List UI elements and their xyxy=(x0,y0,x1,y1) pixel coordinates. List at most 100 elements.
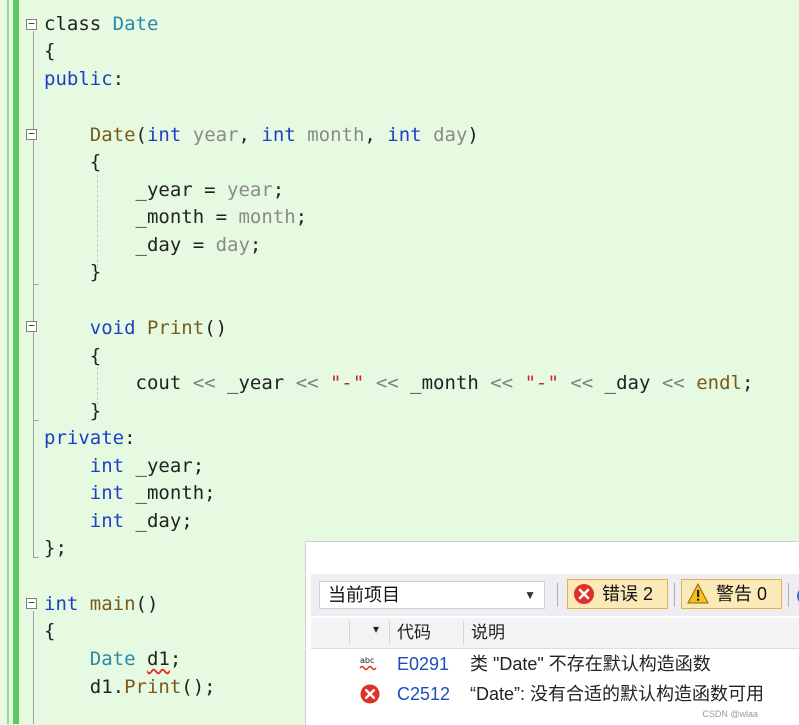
code-line[interactable]: public: xyxy=(44,66,124,93)
code-token: endl xyxy=(696,372,742,394)
code-token: : xyxy=(124,427,136,449)
code-token: ) xyxy=(467,124,479,146)
code-token: Date xyxy=(89,648,136,670)
column-separator xyxy=(463,621,464,645)
code-token: : xyxy=(112,68,125,90)
collapse-class-icon[interactable]: − xyxy=(26,18,37,30)
error-code: C2512 xyxy=(397,684,451,704)
code-token: ; xyxy=(169,648,182,670)
code-token: int xyxy=(387,124,422,146)
code-line[interactable]: void Print() xyxy=(44,315,227,342)
code-line[interactable]: class Date xyxy=(44,11,158,38)
error-circle-icon xyxy=(574,584,594,604)
error-row[interactable]: abc E0291 类 "Date" 不存在默认构造函数 xyxy=(311,649,799,679)
outline-line-class xyxy=(33,31,34,558)
code-token: () xyxy=(204,317,228,339)
errors-filter-button[interactable]: 错误 2 xyxy=(567,579,668,609)
code-token: ( xyxy=(135,124,147,146)
code-token: private xyxy=(44,427,125,449)
code-line[interactable]: { xyxy=(44,38,55,65)
messages-filter-icon[interactable] xyxy=(795,586,799,606)
collapse-print-icon[interactable]: − xyxy=(26,320,37,332)
code-token: ; xyxy=(295,206,308,228)
code-token: year xyxy=(192,124,239,146)
error-circle-icon xyxy=(360,684,380,704)
code-line[interactable]: Date d1; xyxy=(44,646,182,673)
code-line[interactable]: int _month; xyxy=(44,480,216,507)
code-line[interactable]: cout << _year << "-" << _month << "-" <<… xyxy=(44,370,754,397)
code-token: << xyxy=(375,372,399,394)
code-token: int xyxy=(146,124,182,146)
code-line[interactable]: _year = year; xyxy=(44,177,285,204)
change-tracking-bar xyxy=(13,0,19,724)
code-line[interactable]: { xyxy=(44,618,55,645)
scope-dropdown[interactable]: 当前项目 ▼ xyxy=(319,581,545,609)
code-token: ; xyxy=(741,372,754,394)
code-token: { xyxy=(44,345,102,367)
code-token: _day; xyxy=(124,510,193,532)
code-token: "-" xyxy=(524,372,559,394)
code-token: () xyxy=(135,593,159,615)
toolbar-separator xyxy=(674,583,675,607)
change-margin xyxy=(7,0,9,724)
code-token: << xyxy=(661,372,685,394)
error-description: 类 "Date" 不存在默认构造函数 xyxy=(470,654,711,674)
code-token: ; xyxy=(249,234,262,256)
column-separator xyxy=(389,621,390,645)
collapse-constructor-icon[interactable]: − xyxy=(26,128,37,140)
code-line[interactable]: private: xyxy=(44,425,136,452)
code-token: "-" xyxy=(330,372,365,394)
code-line[interactable]: _day = day; xyxy=(44,232,262,259)
code-token: { xyxy=(44,620,56,642)
code-token: << xyxy=(490,372,514,394)
collapse-main-icon[interactable]: − xyxy=(26,597,37,609)
code-token: class xyxy=(44,13,113,35)
code-token: int xyxy=(261,124,296,146)
intellisense-error-icon: abc xyxy=(359,656,377,671)
code-token: (); xyxy=(181,676,216,698)
code-token: _year; xyxy=(124,455,205,477)
error-row[interactable]: C2512 “Date”: 没有合适的默认构造函数可用 xyxy=(311,679,799,709)
code-token: _month xyxy=(398,372,491,394)
code-line[interactable]: { xyxy=(44,149,101,176)
code-line[interactable]: }; xyxy=(44,535,67,562)
code-line[interactable]: int main() xyxy=(44,591,158,618)
code-line[interactable]: _month = month; xyxy=(44,204,308,231)
code-line[interactable]: d1.Print(); xyxy=(44,674,216,701)
code-token: d1 xyxy=(146,648,170,670)
code-line[interactable]: int _day; xyxy=(44,508,193,535)
code-token: void xyxy=(89,317,136,339)
column-separator xyxy=(349,621,350,645)
code-line[interactable]: { xyxy=(44,343,101,370)
code-line[interactable]: int _year; xyxy=(44,453,204,480)
code-token: { xyxy=(44,40,56,62)
code-token: month xyxy=(307,124,365,146)
errors-filter-label: 错误 2 xyxy=(602,584,654,604)
code-token: _day = xyxy=(44,234,216,256)
warnings-filter-button[interactable]: 警告 0 xyxy=(681,579,782,609)
code-line[interactable]: Date(int year, int month, int day) xyxy=(44,122,479,149)
code-token: << xyxy=(295,372,319,394)
code-token: int xyxy=(89,510,125,532)
code-line[interactable]: } xyxy=(44,259,101,286)
error-list-panel: 当前项目 ▼ 错误 2 警告 0 ▾ 代码 说明 abc E0291 类 "Da… xyxy=(305,541,799,725)
code-token: d1. xyxy=(44,676,125,698)
column-header-description[interactable]: 说明 xyxy=(471,618,505,648)
toolbar-separator xyxy=(788,583,789,607)
code-line[interactable]: } xyxy=(44,398,101,425)
code-token: Print xyxy=(146,317,205,339)
code-token: int xyxy=(44,593,79,615)
column-header-code[interactable]: 代码 xyxy=(397,618,431,648)
sort-icon[interactable]: ▾ xyxy=(373,620,379,638)
code-token: year xyxy=(227,179,273,201)
